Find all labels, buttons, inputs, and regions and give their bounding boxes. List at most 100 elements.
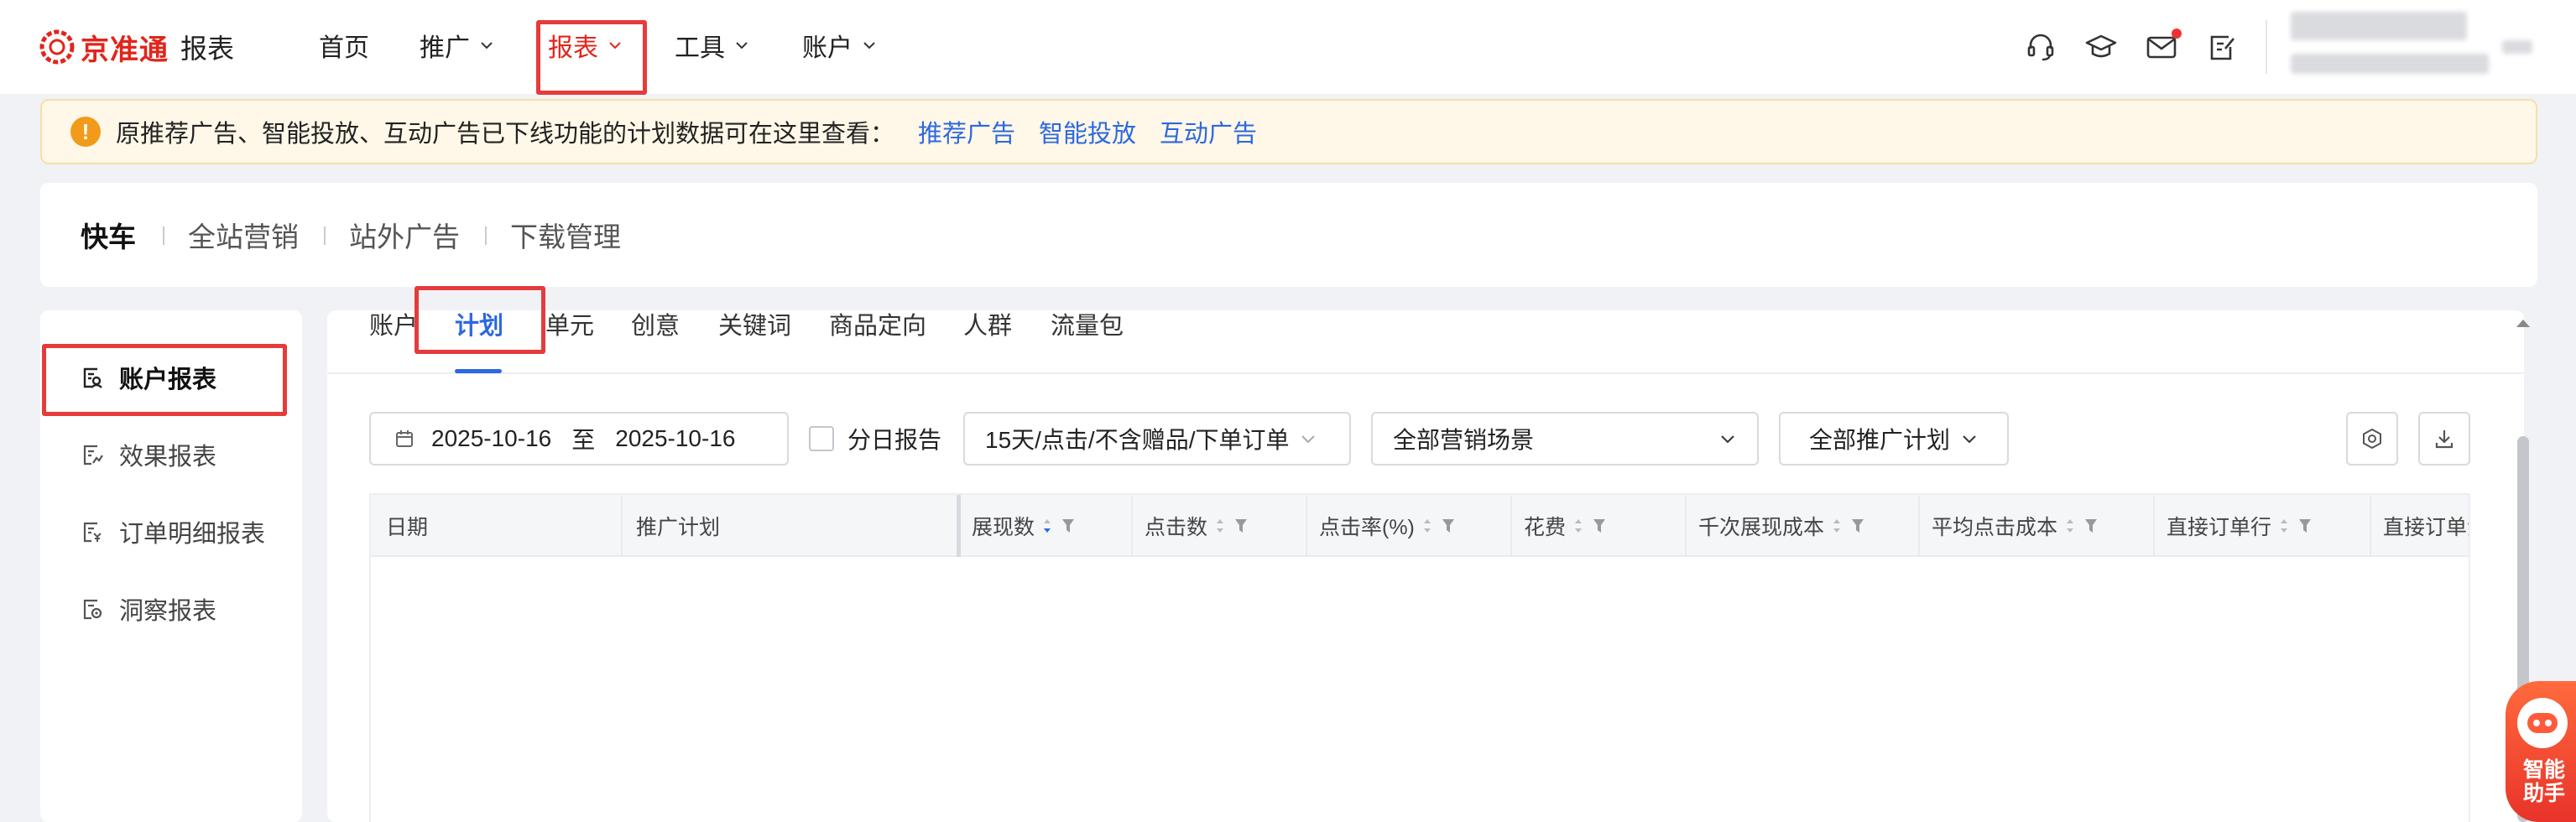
column-divider xyxy=(2153,497,2155,557)
brand-logo[interactable]: 京准通 报表 xyxy=(39,25,234,69)
chevron-down-icon xyxy=(609,42,621,49)
column-label: 展现数 xyxy=(972,516,1035,539)
filter-icon[interactable] xyxy=(2084,518,2098,534)
chevron-down-icon xyxy=(863,42,875,49)
nav-tools-label: 工具 xyxy=(675,34,725,62)
sort-icon[interactable] xyxy=(1572,517,1584,535)
tab-unit[interactable]: 单元 xyxy=(545,305,594,342)
insight-report-icon xyxy=(83,599,102,620)
settings-icon xyxy=(2363,428,2381,450)
date-separator: 至 xyxy=(571,427,596,453)
sidebar-item-effect-report[interactable]: 效果报表 xyxy=(81,436,216,473)
notice-link-interactive-ads[interactable]: 互动广告 xyxy=(1160,114,1257,149)
tab-offsite-ads[interactable]: 站外广告 xyxy=(349,216,460,253)
filter-icon[interactable] xyxy=(1851,518,1864,534)
nav-account-label: 账户 xyxy=(802,34,853,62)
filter-icon[interactable] xyxy=(1234,518,1248,534)
filter-icon[interactable] xyxy=(1593,518,1606,534)
warning-icon: ! xyxy=(70,117,101,147)
column-divider xyxy=(1510,497,1512,557)
tab-creative[interactable]: 创意 xyxy=(631,305,680,342)
date-range-picker[interactable]: 2025-10-16 至 2025-10-16 xyxy=(369,412,789,466)
headset-icon[interactable] xyxy=(2024,30,2057,64)
nav-home[interactable]: 首页 xyxy=(319,27,369,64)
nav-tools[interactable]: 工具 xyxy=(675,27,750,64)
column-divider xyxy=(1306,497,1307,557)
column-header-direct-order-lines[interactable]: 直接订单行 xyxy=(2167,495,2312,557)
sort-icon[interactable] xyxy=(2278,517,2290,535)
filter-icon[interactable] xyxy=(1061,518,1075,534)
marketing-scene-value: 全部营销场景 xyxy=(1393,427,1535,453)
column-header-clicks[interactable]: 点击数 xyxy=(1145,495,1248,557)
tab-product-targeting[interactable]: 商品定向 xyxy=(829,305,926,342)
smart-assistant-label: 智能 助手 xyxy=(2512,758,2576,805)
tab-keyword[interactable]: 关键词 xyxy=(718,305,791,342)
tab-audience[interactable]: 人群 xyxy=(963,305,1012,342)
header-divider xyxy=(2266,20,2267,74)
graduation-cap-icon[interactable] xyxy=(2084,30,2118,64)
sidebar-item-account-report[interactable]: 账户报表 xyxy=(81,359,216,396)
tab-full-site-marketing[interactable]: 全站营销 xyxy=(188,216,299,253)
tab-separator xyxy=(163,226,164,245)
filter-icon[interactable] xyxy=(2298,518,2312,534)
nav-report[interactable]: 报表 xyxy=(548,27,623,64)
top-navigation-bar xyxy=(0,0,2576,94)
tab-account[interactable]: 账户 xyxy=(369,305,418,342)
sidebar-item-label: 效果报表 xyxy=(119,444,217,471)
sidebar-item-insight-report[interactable]: 洞察报表 xyxy=(81,590,216,627)
brand-name: 京准通 xyxy=(81,34,169,66)
column-header-cpc[interactable]: 平均点击成本 xyxy=(1932,495,2098,557)
filter-icon[interactable] xyxy=(1442,518,1455,534)
column-header-cost[interactable]: 花费 xyxy=(1524,495,1606,557)
column-divider xyxy=(2370,497,2371,557)
column-label: 日期 xyxy=(386,516,429,539)
user-name-redacted[interactable] xyxy=(2291,12,2467,40)
chevron-down-icon xyxy=(1301,435,1316,444)
attribution-select[interactable]: 15天/点击/不含赠品/下单订单 xyxy=(963,412,1351,466)
daily-report-checkbox[interactable] xyxy=(809,426,834,451)
sort-icon[interactable] xyxy=(1421,517,1433,535)
sort-icon[interactable] xyxy=(2064,517,2076,535)
clipboard-edit-icon[interactable] xyxy=(2205,30,2239,64)
sidebar-item-label: 订单明细报表 xyxy=(119,521,266,548)
tab-download-management[interactable]: 下载管理 xyxy=(510,216,621,253)
tab-traffic-package[interactable]: 流量包 xyxy=(1051,305,1124,342)
nav-account[interactable]: 账户 xyxy=(802,27,878,64)
robot-icon xyxy=(2517,698,2568,748)
nav-promotion[interactable]: 推广 xyxy=(420,27,495,64)
marketing-scene-select[interactable]: 全部营销场景 xyxy=(1371,412,1759,466)
column-header-direct-order-amount[interactable]: 直接订单金额 xyxy=(2383,495,2469,557)
column-label: 点击率(%) xyxy=(1319,516,1415,539)
promotion-plan-value: 全部推广计划 xyxy=(1809,427,1951,453)
tab-kuaiche[interactable]: 快车 xyxy=(81,216,136,253)
column-divider xyxy=(1131,497,1133,557)
column-header-ctr[interactable]: 点击率(%) xyxy=(1319,495,1455,557)
mail-unread-dot xyxy=(2172,29,2182,39)
notice-bar: ! 原推荐广告、智能投放、互动广告已下线功能的计划数据可在这里查看： 推荐广告 … xyxy=(40,99,2537,164)
download-button[interactable] xyxy=(2418,412,2470,466)
sidebar-item-order-detail-report[interactable]: 订单明细报表 xyxy=(81,513,265,550)
column-header-impressions[interactable]: 展现数 xyxy=(972,495,1075,557)
effect-report-icon xyxy=(83,445,103,466)
sort-icon[interactable] xyxy=(1831,517,1843,535)
notice-link-recommend-ads[interactable]: 推荐广告 xyxy=(918,114,1015,149)
sort-desc-icon[interactable] xyxy=(1041,517,1053,535)
column-divider xyxy=(1918,497,1920,557)
user-menu-redacted[interactable] xyxy=(2502,40,2532,54)
assistant-label-line2: 助手 xyxy=(2522,782,2565,805)
column-header-cpm[interactable]: 千次展现成本 xyxy=(1698,495,1864,557)
tab-separator xyxy=(485,226,487,245)
chevron-down-icon xyxy=(1963,435,1976,444)
column-label: 推广计划 xyxy=(636,516,721,539)
scroll-up-arrow-icon[interactable] xyxy=(2514,315,2532,331)
daily-report-toggle[interactable]: 分日报告 xyxy=(809,424,941,454)
sidebar-item-label: 洞察报表 xyxy=(119,598,217,625)
tab-plan[interactable]: 计划 xyxy=(455,305,503,342)
date-start: 2025-10-16 xyxy=(431,425,552,451)
promotion-plan-select[interactable]: 全部推广计划 xyxy=(1779,412,2009,466)
nav-promotion-label: 推广 xyxy=(420,34,470,62)
notice-link-smart-delivery[interactable]: 智能投放 xyxy=(1039,114,1136,149)
chevron-down-icon xyxy=(481,42,493,49)
sort-icon[interactable] xyxy=(1214,517,1226,535)
column-settings-button[interactable] xyxy=(2346,412,2398,466)
